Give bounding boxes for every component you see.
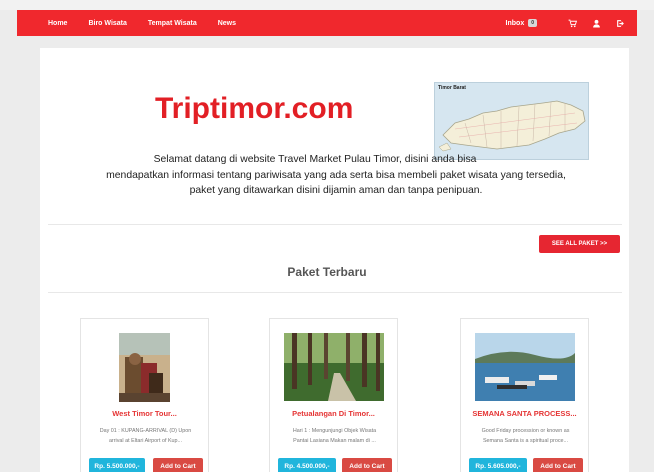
section-divider xyxy=(48,292,622,293)
cart-icon[interactable] xyxy=(567,18,577,28)
section-title-paket-terbaru: Paket Terbaru xyxy=(287,265,367,279)
site-title: Triptimor.com xyxy=(155,92,354,125)
map-illustration xyxy=(438,100,586,152)
package-card: SEMANA SANTA PROCESS... Good Friday proc… xyxy=(460,318,589,472)
nav-link-tempat-wisata[interactable]: Tempat Wisata xyxy=(148,20,197,27)
welcome-line: mendapatkan informasi tentang pariwisata… xyxy=(106,169,566,181)
logout-icon[interactable] xyxy=(615,18,625,28)
price-tag: Rp. 5.605.000,- xyxy=(469,458,527,472)
welcome-line: paket yang ditawarkan disini dijamin ama… xyxy=(189,185,483,196)
package-title[interactable]: West Timor Tour... xyxy=(81,409,208,418)
nav-links: Home Biro Wisata Tempat Wisata News xyxy=(17,20,257,27)
package-image[interactable] xyxy=(119,333,170,402)
timor-barat-map: Timor Barat xyxy=(434,82,589,160)
package-image[interactable] xyxy=(475,333,575,401)
see-all-paket-button[interactable]: SEE ALL PAKET >> xyxy=(539,235,620,253)
package-description: Good Friday procession or known as Seman… xyxy=(467,427,584,446)
welcome-line: Selamat datang di website Travel Market … xyxy=(153,154,477,165)
map-label: Timor Barat xyxy=(438,85,466,91)
add-to-cart-button[interactable]: Add to Cart xyxy=(342,458,392,472)
package-title[interactable]: Petualangan Di Timor... xyxy=(270,409,397,418)
inbox-link[interactable]: Inbox 0 xyxy=(506,19,537,27)
inbox-label: Inbox xyxy=(505,19,525,27)
description-line: Good Friday procession or known as xyxy=(481,428,570,434)
description-line: Pantai Lasiana Makan malam di ... xyxy=(293,437,376,444)
package-card: West Timor Tour... Day 01 : KUPANG-ARRIV… xyxy=(80,318,209,472)
package-description: Day 01 : KUPANG-ARRIVAL (D) Upon arrival… xyxy=(87,427,204,446)
description-line: Hari 1 : Mengunjungi Objek Wisata xyxy=(292,428,377,434)
nav-link-home[interactable]: Home xyxy=(48,20,67,27)
section-divider xyxy=(48,224,622,225)
top-navbar: Home Biro Wisata Tempat Wisata News Inbo… xyxy=(17,10,637,36)
package-image[interactable] xyxy=(284,333,384,401)
nav-link-news[interactable]: News xyxy=(218,20,236,27)
package-description: Hari 1 : Mengunjungi Objek Wisata Pantai… xyxy=(276,427,393,446)
price-tag: Rp. 5.500.000,- xyxy=(89,458,145,472)
description-line: Day 01 : KUPANG-ARRIVAL (D) Upon xyxy=(99,428,192,434)
add-to-cart-button[interactable]: Add to Cart xyxy=(533,458,583,472)
description-line: arrival at Eltari Airport of Kup... xyxy=(108,437,183,444)
package-card: Petualangan Di Timor... Hari 1 : Mengunj… xyxy=(269,318,398,472)
price-tag: Rp. 4.500.000,- xyxy=(278,458,336,472)
add-to-cart-button[interactable]: Add to Cart xyxy=(153,458,203,472)
nav-link-biro-wisata[interactable]: Biro Wisata xyxy=(88,20,126,27)
description-line: Semana Santa is a spiritual proce... xyxy=(482,437,569,444)
package-title[interactable]: SEMANA SANTA PROCESS... xyxy=(461,409,588,418)
browser-top-strip xyxy=(0,0,654,10)
nav-actions: Inbox 0 xyxy=(506,18,637,28)
user-icon[interactable] xyxy=(591,18,601,28)
welcome-message: Selamat datang di website Travel Market … xyxy=(66,152,606,199)
inbox-count-badge: 0 xyxy=(528,19,537,27)
